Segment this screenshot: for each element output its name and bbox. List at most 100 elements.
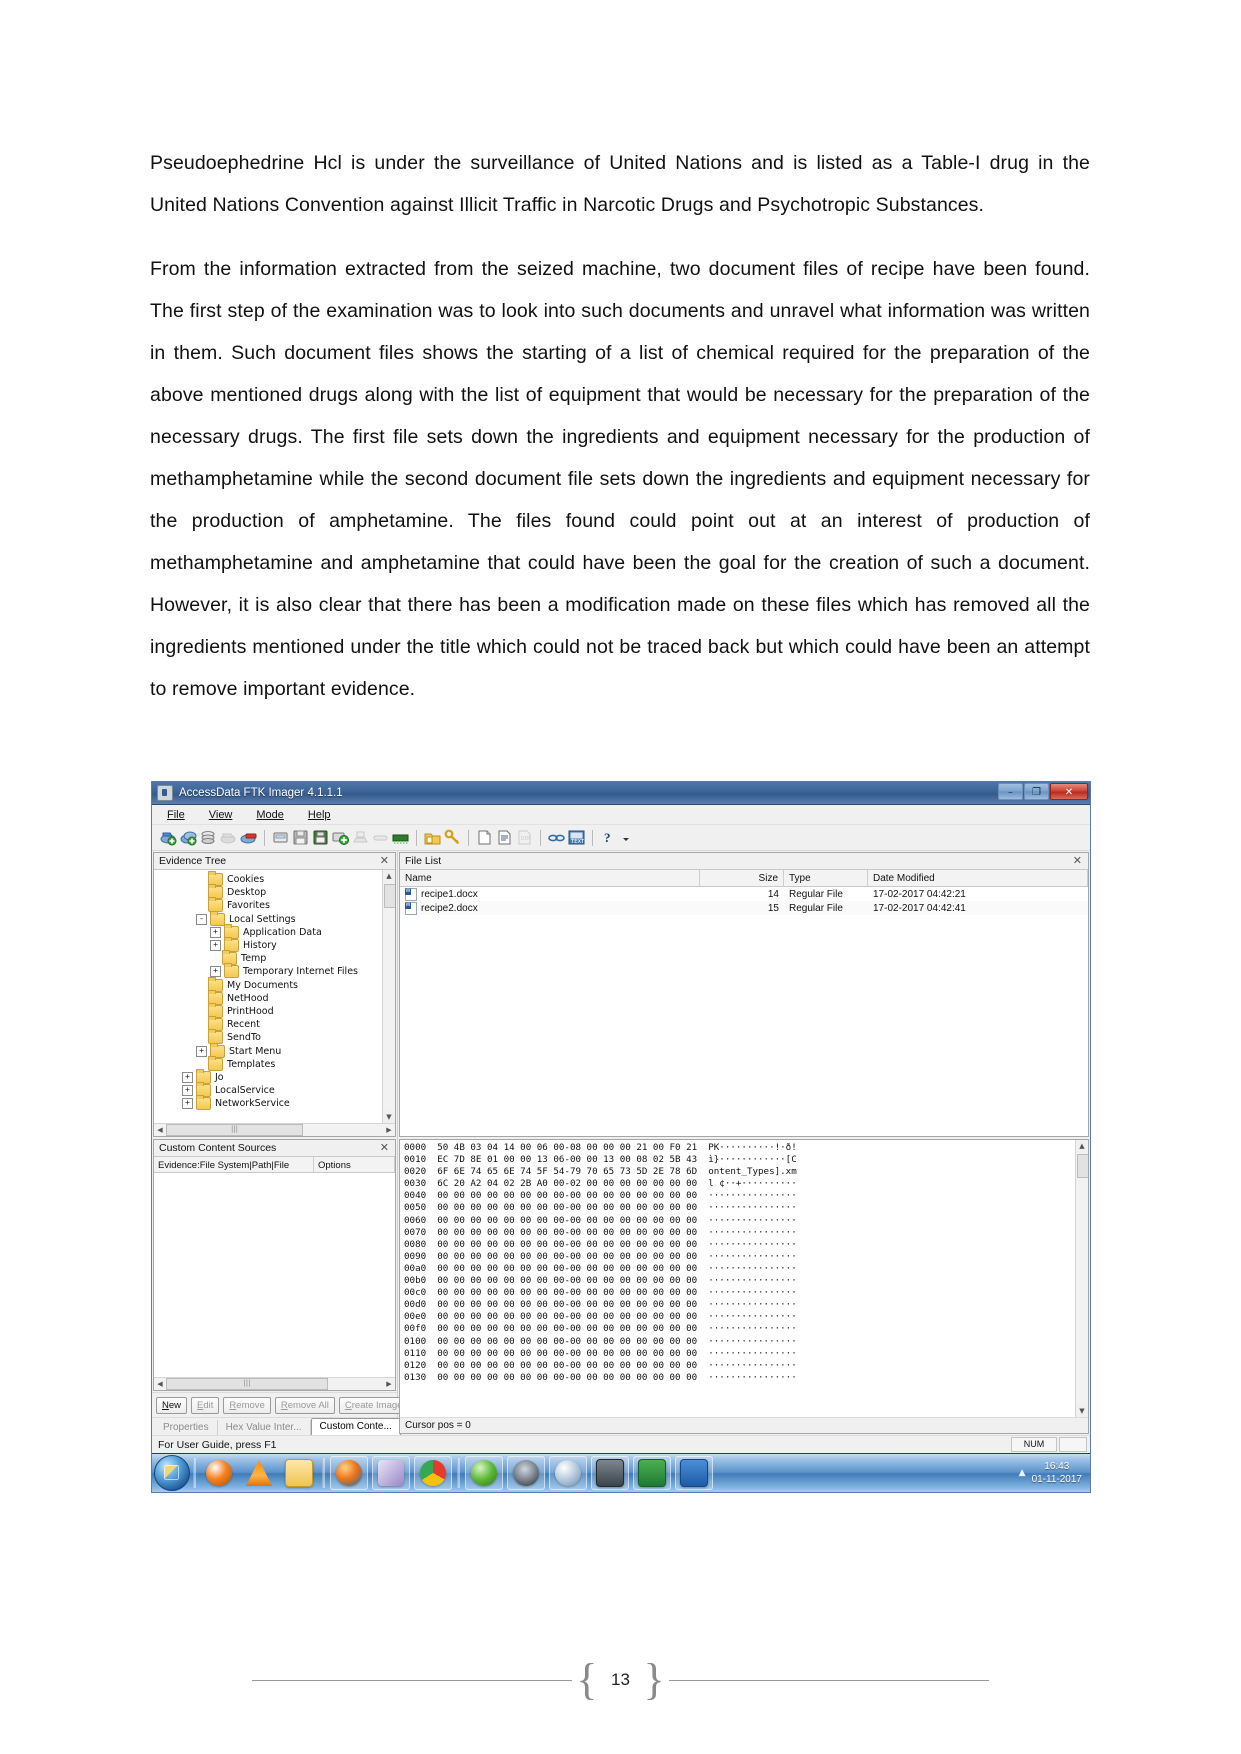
hex-vscrollbar[interactable]: ▲ ▼ (1075, 1140, 1088, 1417)
export-disk-image-icon[interactable] (292, 829, 309, 846)
new-button[interactable]: New (156, 1397, 188, 1414)
tree-node[interactable]: Cookies (154, 871, 395, 887)
scroll-down-icon[interactable]: ▼ (383, 1111, 395, 1123)
menu-file[interactable]: File (164, 808, 188, 822)
firefox-icon[interactable] (330, 1456, 368, 1490)
expand-icon[interactable]: + (182, 1098, 193, 1110)
evidence-tree-vscrollbar[interactable]: ▲ ▼ (382, 870, 395, 1123)
close-icon[interactable]: ✕ (1071, 855, 1084, 867)
dropdown-arrow-icon[interactable] (620, 829, 637, 846)
email-client-icon[interactable] (372, 1456, 410, 1490)
tree-node[interactable]: NetHood (154, 989, 395, 1005)
scroll-down-icon[interactable]: ▼ (1076, 1405, 1088, 1417)
add-all-attached-devices-icon[interactable] (180, 829, 197, 846)
tab-properties[interactable]: Properties (155, 1420, 218, 1435)
close-button[interactable]: ✕ (1050, 783, 1088, 800)
scroll-up-icon[interactable]: ▲ (383, 870, 395, 882)
remove-all-evidence-items-icon[interactable] (240, 829, 257, 846)
ccs-body[interactable] (154, 1173, 395, 1377)
tree-node[interactable]: Favorites (154, 897, 395, 913)
close-icon[interactable]: ✕ (378, 1142, 391, 1154)
scroll-left-icon[interactable]: ◀ (154, 1124, 166, 1136)
capture-memory-icon[interactable] (392, 829, 409, 846)
file-explorer-icon[interactable] (281, 1457, 317, 1489)
export-file-hash-list-icon[interactable] (496, 829, 513, 846)
tab-custom-conte[interactable]: Custom Conte... (310, 1418, 401, 1435)
show-hidden-icons-arrow[interactable]: ▲ (1019, 1468, 1026, 1478)
scroll-right-icon[interactable]: ▶ (383, 1378, 395, 1390)
scroll-up-icon[interactable]: ▲ (1076, 1140, 1088, 1152)
tree-node[interactable]: PrintHood (154, 1002, 395, 1018)
menu-help[interactable]: Help (305, 808, 334, 822)
ccs-column-options[interactable]: Options (314, 1157, 395, 1172)
utorrent-icon[interactable] (465, 1456, 503, 1490)
export-logical-image-icon[interactable] (312, 829, 329, 846)
tree-node[interactable]: + Start Menu (154, 1042, 395, 1058)
export-files-icon[interactable] (476, 829, 493, 846)
tree-node[interactable]: My Documents (154, 976, 395, 992)
hex-value-interpreter-icon[interactable]: TEXT (568, 829, 585, 846)
windows-start-orb-icon[interactable] (154, 1455, 190, 1491)
expand-icon[interactable]: + (196, 1045, 207, 1057)
tree-node[interactable]: - Local Settings (154, 910, 395, 926)
scroll-thumb[interactable] (384, 884, 395, 908)
add-to-custom-content-image-icon[interactable] (332, 829, 349, 846)
expand-icon[interactable]: + (182, 1071, 193, 1083)
word-icon[interactable] (675, 1456, 713, 1490)
scroll-left-icon[interactable]: ◀ (154, 1378, 166, 1390)
table-row[interactable]: recipe1.docx 14 Regular File 17-02-2017 04:… (400, 887, 1088, 901)
scroll-thumb[interactable] (1077, 1154, 1088, 1178)
tree-node[interactable]: Desktop (154, 884, 395, 900)
collapse-icon[interactable]: - (196, 913, 207, 925)
tree-node[interactable]: Recent (154, 1016, 395, 1032)
tree-node[interactable]: + Application Data (154, 923, 395, 939)
file-list-rows[interactable]: recipe1.docx 14 Regular File 17-02-2017 04:… (400, 887, 1088, 1136)
maximize-button[interactable]: ❐ (1024, 783, 1049, 800)
tab-hex-value-inter[interactable]: Hex Value Inter... (218, 1420, 311, 1435)
obtain-protected-files-icon[interactable] (424, 829, 441, 846)
ftk-imager-icon[interactable] (591, 1456, 629, 1490)
expand-icon[interactable]: + (182, 1085, 193, 1097)
chrome-icon[interactable] (414, 1456, 452, 1490)
taskbar-clock[interactable]: 16:43 01-11-2017 (1032, 1460, 1086, 1486)
expand-icon[interactable]: + (210, 940, 221, 952)
minimize-button[interactable]: – (998, 783, 1023, 800)
tree-node[interactable]: + History (154, 937, 395, 953)
vlc-cone-icon[interactable] (241, 1457, 277, 1489)
close-icon[interactable]: ✕ (378, 855, 391, 867)
evidence-tree-body[interactable]: Cookies Desktop Favorites - Local Settings + A… (154, 870, 395, 1123)
hex-viewer-body[interactable]: ▲ ▼ 0000 50 4B 03 04 14 00 06 00-08 00 0… (400, 1140, 1088, 1417)
evidence-tree-hscrollbar[interactable]: ◀ ||| ▶ (154, 1123, 395, 1136)
evidence-tree-list[interactable]: Cookies Desktop Favorites - Local Settings + A… (154, 870, 395, 1111)
media-player-icon[interactable] (201, 1457, 237, 1489)
column-header-size[interactable]: Size (700, 870, 784, 886)
hscroll-thumb[interactable]: ||| (166, 1124, 303, 1136)
image-mounting-icon[interactable] (200, 829, 217, 846)
create-disk-image-icon[interactable] (272, 829, 289, 846)
ccs-hscrollbar[interactable]: ◀ ||| ▶ (154, 1377, 395, 1390)
add-evidence-item-icon[interactable] (160, 829, 177, 846)
antivirus-icon[interactable] (549, 1456, 587, 1490)
help-icon[interactable]: ? (600, 829, 617, 846)
tree-node[interactable]: + NetworkService (154, 1095, 395, 1111)
column-header-type[interactable]: Type (784, 870, 868, 886)
column-header-name[interactable]: Name (400, 870, 700, 886)
tor-browser-icon[interactable] (507, 1456, 545, 1490)
scroll-right-icon[interactable]: ▶ (383, 1124, 395, 1136)
tree-node[interactable]: Templates (154, 1055, 395, 1071)
expand-icon[interactable]: + (210, 926, 221, 938)
column-header-date-modified[interactable]: Date Modified (868, 870, 1088, 886)
expand-icon[interactable]: + (210, 966, 221, 978)
ccs-column-evidence[interactable]: Evidence:File System|Path|File (154, 1157, 314, 1172)
table-row[interactable]: recipe2.docx 15 Regular File 17-02-2017 04:… (400, 901, 1088, 915)
tree-node[interactable]: + Jo (154, 1068, 395, 1084)
tree-node[interactable]: + LocalService (154, 1082, 395, 1098)
tree-node[interactable]: + Temporary Internet Files (154, 963, 395, 979)
properties-icon[interactable] (548, 829, 565, 846)
hscroll-thumb[interactable]: ||| (166, 1378, 328, 1390)
detect-efs-encryption-icon[interactable] (444, 829, 461, 846)
menu-mode[interactable]: Mode (253, 808, 287, 822)
tree-node[interactable]: SendTo (154, 1029, 395, 1045)
menu-view[interactable]: View (206, 808, 236, 822)
excel-icon[interactable] (633, 1456, 671, 1490)
